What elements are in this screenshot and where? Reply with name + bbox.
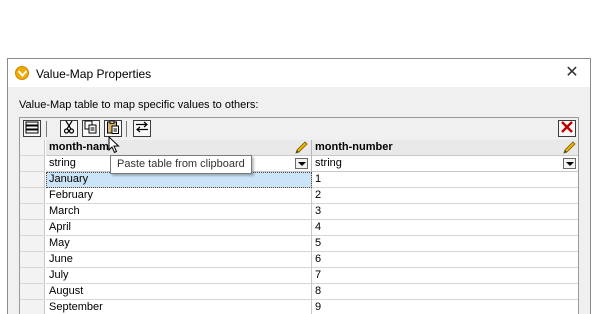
gutter-line [20, 187, 45, 188]
column-header-2[interactable]: month-number [312, 140, 578, 156]
title-bar: Value-Map Properties ✕ [8, 59, 590, 87]
cut-button[interactable] [60, 120, 78, 137]
column-header-label: month-nam [49, 141, 109, 153]
delete-icon [560, 120, 574, 137]
chevron-down-icon[interactable] [563, 158, 576, 169]
app-logo-icon [15, 66, 29, 80]
table-layout-button[interactable] [23, 120, 41, 137]
window-title: Value-Map Properties [36, 67, 152, 81]
table-cell-input[interactable]: August [46, 284, 312, 300]
table-row: January 1 [46, 172, 578, 188]
table-cell-output[interactable]: 3 [312, 204, 578, 220]
gutter-line [20, 251, 45, 252]
table-cell-input[interactable]: April [46, 220, 312, 236]
table-row: February 2 [46, 188, 578, 204]
table-cell-input[interactable]: July [46, 268, 312, 284]
gutter-line [20, 155, 45, 156]
table-cell-output[interactable]: 7 [312, 268, 578, 284]
column-header-1[interactable]: month-nam [46, 140, 312, 156]
column-header-label: month-number [315, 141, 393, 153]
gutter-line [20, 299, 45, 300]
table-row: September 9 [46, 300, 578, 314]
copy-icon [84, 120, 98, 137]
value-map-table: month-nam month-number string string Jan… [19, 140, 579, 314]
description-label: Value-Map table to map specific values t… [19, 99, 259, 111]
table-row: July 7 [46, 268, 578, 284]
cut-icon [63, 120, 75, 137]
table-cell-input[interactable]: March [46, 204, 312, 220]
table-row: May 5 [46, 236, 578, 252]
value-map-toolbar [19, 117, 579, 140]
toolbar-separator [46, 121, 47, 137]
chevron-down-icon[interactable] [295, 158, 308, 169]
paste-icon [106, 120, 120, 137]
table-row: August 8 [46, 284, 578, 300]
table-row: April 4 [46, 220, 578, 236]
table-cell-output[interactable]: 8 [312, 284, 578, 300]
gutter-line [20, 283, 45, 284]
toolbar-separator [126, 121, 127, 137]
row-header-gutter [20, 140, 45, 314]
table-cell-output[interactable]: 1 [312, 172, 578, 188]
table-cell-output[interactable]: 6 [312, 252, 578, 268]
column-type-select-2[interactable]: string [312, 156, 578, 172]
gutter-line [20, 267, 45, 268]
table-cell-input[interactable]: June [46, 252, 312, 268]
gutter-line [20, 171, 45, 172]
table-cell-input[interactable]: January [46, 172, 312, 188]
close-button[interactable]: ✕ [564, 65, 580, 81]
table-cell-input[interactable]: May [46, 236, 312, 252]
value-map-dialog: Value-Map Properties ✕ Value-Map table t… [7, 58, 591, 314]
copy-button[interactable] [82, 120, 100, 137]
paste-button[interactable] [104, 120, 122, 137]
gutter-line [20, 219, 45, 220]
table-layout-icon [25, 121, 39, 137]
column-type-value: string [315, 157, 342, 169]
delete-button[interactable] [558, 120, 576, 137]
table-row: June 6 [46, 252, 578, 268]
table-cell-input[interactable]: September [46, 300, 312, 314]
table-cell-output[interactable]: 4 [312, 220, 578, 236]
table-cell-output[interactable]: 9 [312, 300, 578, 314]
mouse-cursor-icon [108, 135, 120, 157]
table-cell-output[interactable]: 5 [312, 236, 578, 252]
column-type-value: string [49, 157, 76, 169]
table-cell-output[interactable]: 2 [312, 188, 578, 204]
table-row: March 3 [46, 204, 578, 220]
paste-tooltip: Paste table from clipboard [110, 155, 252, 174]
swap-columns-button[interactable] [133, 120, 151, 137]
swap-columns-icon [135, 121, 149, 136]
gutter-line [20, 235, 45, 236]
gutter-line [20, 203, 45, 204]
table-cell-input[interactable]: February [46, 188, 312, 204]
